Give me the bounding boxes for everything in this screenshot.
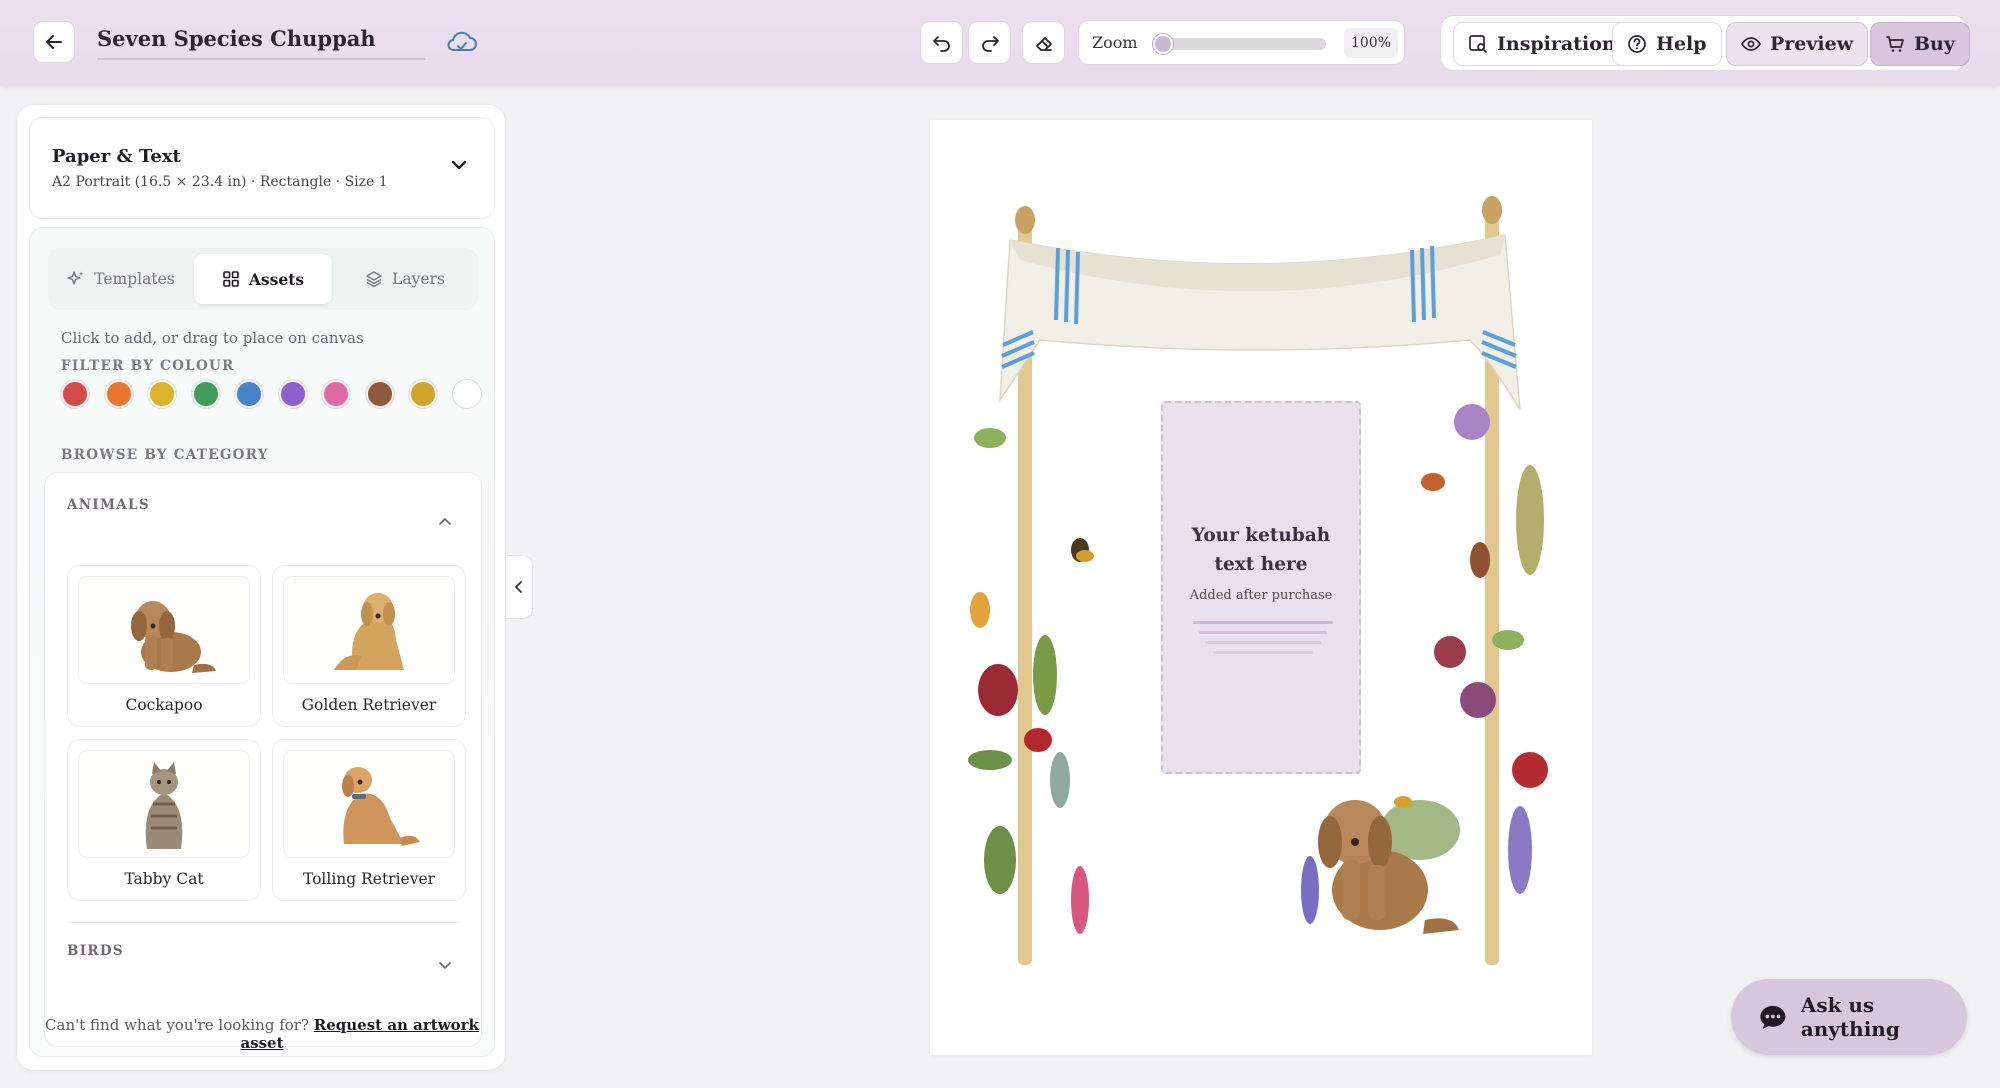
browse-by-category-label: BROWSE BY CATEGORY — [61, 447, 269, 463]
asset-tile-tabby-cat[interactable]: Tabby Cat — [67, 739, 261, 901]
paper-title: Paper & Text — [52, 146, 181, 167]
sparkles-icon — [67, 271, 84, 285]
colour-swatch[interactable] — [61, 380, 89, 408]
assets-card: Templates Assets Layers Click to add, or… — [29, 227, 495, 1057]
asset-tile-tolling-retriever[interactable]: Tolling Retriever — [272, 739, 466, 901]
zoom-control: Zoom 100% — [1078, 20, 1405, 65]
tab-templates-label: Templates — [94, 270, 175, 288]
tab-layers[interactable]: Layers — [336, 254, 474, 304]
colour-swatch[interactable] — [235, 380, 263, 408]
colour-swatch[interactable] — [148, 380, 176, 408]
chevron-down-icon[interactable] — [437, 957, 453, 973]
layers-icon — [366, 271, 382, 288]
eraser-button[interactable] — [1022, 21, 1065, 64]
help-button[interactable]: Help — [1612, 22, 1722, 66]
redo-icon — [981, 35, 999, 52]
ketubah-text-subtitle: Added after purchase — [1189, 588, 1333, 603]
cockapoo-image — [78, 576, 250, 684]
help-circle-icon — [1628, 35, 1646, 53]
placeholder-line — [1193, 621, 1333, 624]
paper-subtitle: A2 Portrait (16.5 × 23.4 in) · Rectangle… — [52, 174, 388, 190]
help-label: Help — [1656, 33, 1707, 55]
asset-name: Golden Retriever — [301, 696, 437, 714]
tab-layers-label: Layers — [392, 270, 445, 288]
zoom-slider-thumb[interactable] — [1153, 34, 1173, 54]
paper-settings-card[interactable]: Paper & Text A2 Portrait (16.5 × 23.4 in… — [29, 117, 495, 219]
ketubah-text-title: Your ketubah text here — [1191, 525, 1331, 575]
undo-button[interactable] — [920, 21, 963, 64]
eye-icon — [1741, 37, 1761, 51]
cart-icon — [1886, 36, 1904, 52]
chat-button-label: Ask us anything — [1800, 993, 1900, 1041]
colour-swatch[interactable] — [409, 380, 437, 408]
category-birds-header[interactable]: BIRDS — [67, 943, 124, 959]
request-asset-note: Can't find what you're looking for? Requ… — [30, 1016, 494, 1052]
assets-hint: Click to add, or drag to place on canvas — [61, 329, 364, 347]
colour-filter-swatches — [61, 380, 491, 410]
image-search-icon — [1469, 35, 1487, 53]
request-asset-prefix: Can't find what you're looking for? — [45, 1016, 309, 1034]
tab-templates[interactable]: Templates — [52, 254, 190, 304]
golden-retriever-image — [283, 576, 455, 684]
colour-swatch[interactable] — [322, 380, 350, 408]
colour-swatch[interactable] — [452, 380, 481, 408]
grid-icon — [223, 271, 239, 287]
filter-by-colour-label: FILTER BY COLOUR — [61, 358, 235, 374]
asset-tile-cockapoo[interactable]: Cockapoo — [67, 565, 261, 727]
asset-name: Cockapoo — [125, 696, 203, 714]
preview-label: Preview — [1770, 33, 1854, 55]
placeholder-line — [1205, 641, 1321, 644]
chevron-down-icon[interactable] — [450, 156, 468, 174]
design-canvas[interactable]: Your ketubah text here Added after purch… — [930, 120, 1592, 1055]
chat-bubble-icon — [1760, 1005, 1786, 1030]
colour-swatch[interactable] — [191, 380, 220, 408]
colour-swatch[interactable] — [104, 380, 133, 408]
colour-swatch[interactable] — [365, 380, 394, 408]
chevron-up-icon[interactable] — [437, 513, 453, 529]
zoom-slider-track[interactable] — [1153, 38, 1326, 50]
category-animals-header[interactable]: ANIMALS — [67, 497, 150, 513]
cloud-saved-icon — [447, 31, 477, 51]
arrow-left-icon — [46, 35, 62, 49]
inspiration-button[interactable]: Inspiration — [1453, 22, 1631, 66]
chat-button[interactable]: Ask us anything — [1731, 979, 1967, 1055]
asset-tile-golden-retriever[interactable]: Golden Retriever — [272, 565, 466, 727]
asset-name: Tolling Retriever — [302, 870, 436, 888]
document-title-input[interactable]: Seven Species Chuppah — [97, 22, 425, 60]
asset-name: Tabby Cat — [124, 870, 204, 888]
tolling-retriever-image — [283, 750, 455, 858]
colour-swatch[interactable] — [278, 380, 307, 408]
preview-button[interactable]: Preview — [1726, 22, 1869, 66]
redo-button[interactable] — [968, 21, 1011, 64]
collapse-panel-button[interactable] — [506, 555, 533, 619]
panel-tabs: Templates Assets Layers — [48, 248, 478, 310]
action-button-group: Inspiration Help Preview Buy — [1440, 15, 1970, 71]
buy-button[interactable]: Buy — [1870, 22, 1970, 66]
undo-icon — [932, 35, 950, 52]
eraser-icon — [1035, 36, 1052, 51]
left-panel: Paper & Text A2 Portrait (16.5 × 23.4 in… — [16, 104, 506, 1071]
zoom-label: Zoom — [1092, 33, 1138, 52]
placeholder-line — [1213, 651, 1313, 654]
tabby-cat-image — [78, 750, 250, 858]
tab-assets[interactable]: Assets — [194, 254, 332, 304]
buy-label: Buy — [1914, 33, 1955, 55]
back-button[interactable] — [33, 21, 75, 63]
placeholder-line — [1199, 631, 1327, 634]
tab-assets-label: Assets — [248, 269, 305, 289]
zoom-value: 100% — [1344, 28, 1398, 58]
top-bar: Seven Species Chuppah Zoom 100% Inspirat… — [0, 0, 2000, 86]
category-divider — [67, 922, 461, 923]
ketubah-text-placeholder[interactable]: Your ketubah text here Added after purch… — [1161, 401, 1361, 774]
category-list: ANIMALS Cockapoo Golden Retriever Tabby … — [44, 472, 482, 1047]
inspiration-label: Inspiration — [1497, 33, 1616, 55]
chevron-left-icon — [515, 581, 522, 593]
